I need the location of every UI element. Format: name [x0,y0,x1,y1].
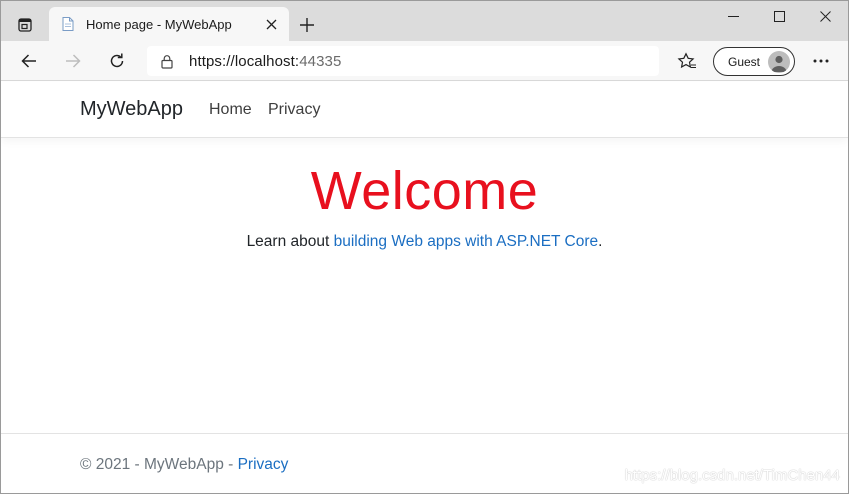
minimize-button[interactable] [710,1,756,31]
web-page: MyWebApp Home Privacy Welcome Learn abou… [1,82,848,493]
arrow-right-icon [66,54,81,68]
page-favicon-icon [60,16,76,32]
aspnet-docs-link[interactable]: building Web apps with ASP.NET Core [334,233,599,250]
site-brand-link[interactable]: MyWebApp [80,98,183,121]
new-tab-button[interactable] [293,11,321,39]
minimize-icon [727,15,739,17]
lock-icon [159,53,175,69]
url-host: https://localhost: [189,52,300,70]
tab-strip: Home page - MyWebApp [1,1,848,41]
site-navbar: MyWebApp Home Privacy [1,82,848,138]
browser-toolbar: https://localhost:44335 Guest [1,41,848,81]
footer-privacy-link[interactable]: Privacy [238,456,289,473]
refresh-icon [110,53,124,68]
close-icon [819,10,831,22]
tab-active[interactable]: Home page - MyWebApp [49,7,289,41]
favorites-star-icon [677,52,696,69]
tab-actions-icon [18,18,32,32]
browser-window: Home page - MyWebApp https://localhost:4… [0,0,849,494]
avatar-icon [768,50,790,73]
welcome-text-prefix: Learn about [246,233,334,250]
forward-button[interactable] [57,45,89,77]
profile-label: Guest [728,54,761,69]
address-url: https://localhost:44335 [189,53,341,70]
welcome-text-suffix: . [598,233,603,250]
back-button[interactable] [13,45,45,77]
welcome-heading: Welcome [310,161,539,221]
welcome-text: Learn about building Web apps with ASP.N… [1,233,848,251]
arrow-left-icon [21,54,36,68]
window-controls [710,1,848,33]
footer-text: © 2021 - MyWebApp - Privacy [80,456,288,474]
address-bar[interactable]: https://localhost:44335 [147,46,659,76]
footer-copyright: © 2021 - MyWebApp - [80,456,238,473]
favorites-button[interactable] [671,45,703,77]
maximize-button[interactable] [756,1,802,31]
tab-actions-button[interactable] [9,10,41,40]
close-icon [266,19,276,29]
watermark-text: https://blog.csdn.net/TimChen44 [624,467,840,484]
tab-title: Home page - MyWebApp [86,16,232,32]
more-dots-icon [813,59,829,63]
plus-icon [300,18,314,32]
refresh-button[interactable] [101,45,133,77]
close-tab-button[interactable] [257,10,285,38]
nav-link-privacy[interactable]: Privacy [268,101,320,119]
nav-link-home[interactable]: Home [209,101,252,119]
site-footer: © 2021 - MyWebApp - Privacy https://blog… [1,433,848,493]
maximize-icon [773,10,785,22]
profile-button[interactable]: Guest [713,47,795,76]
close-window-button[interactable] [802,1,848,31]
more-menu-button[interactable] [805,45,837,77]
url-port: 44335 [299,52,342,70]
